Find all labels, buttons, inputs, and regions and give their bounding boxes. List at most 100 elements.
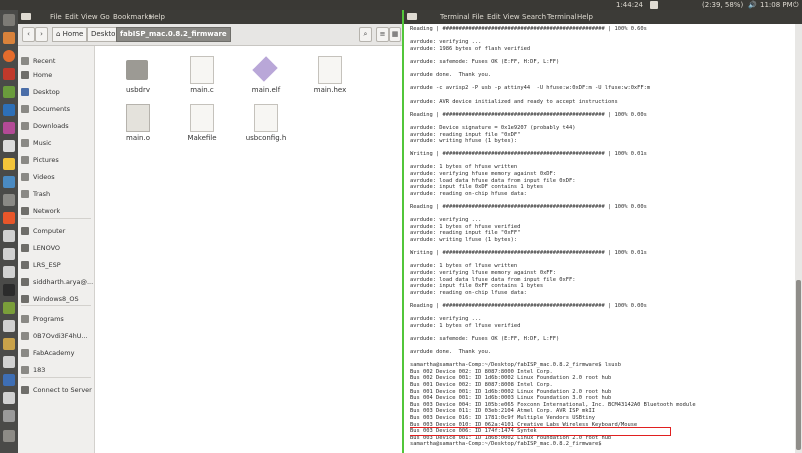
sidebar-item-documents[interactable]: Documents	[18, 102, 94, 116]
dash-icon[interactable]	[3, 14, 15, 26]
terminal-line: Writing | ##############################…	[410, 250, 647, 257]
breadcrumb-current[interactable]: fabISP_mac.0.8.2_firmware	[116, 27, 231, 42]
text-file-icon	[190, 56, 214, 84]
sidebar-item-label: LRS_ESP	[33, 261, 61, 269]
sidebar-item-pictures[interactable]: Pictures	[18, 153, 94, 167]
menu-file[interactable]: File	[50, 10, 62, 24]
sidebar-item-0b7ovdi3f4hu[interactable]: 0B7Ovdi3F4hU...	[18, 329, 94, 343]
app-icon[interactable]	[3, 212, 15, 224]
firefox-icon[interactable]	[3, 50, 15, 62]
sidebar-item-computer[interactable]: Computer	[18, 224, 94, 238]
app-icon[interactable]	[3, 86, 15, 98]
grid-view-button[interactable]: ▦	[389, 27, 401, 42]
app-icon[interactable]	[3, 194, 15, 206]
forward-button[interactable]: ›	[35, 27, 48, 42]
file-item[interactable]: usbdrv	[113, 56, 163, 108]
sidebar-item-183[interactable]: 183	[18, 363, 94, 377]
volume-icon[interactable]: 🔊	[748, 0, 757, 10]
drive-icon[interactable]	[3, 248, 15, 260]
app-icon[interactable]	[3, 410, 15, 422]
sidebar-item-label: Downloads	[33, 122, 69, 130]
power-icon[interactable]: ⏻	[793, 0, 799, 10]
list-view-button[interactable]: ≡	[376, 27, 389, 42]
sidebar-item-downloads[interactable]: Downloads	[18, 119, 94, 133]
app-icon[interactable]	[3, 104, 15, 116]
search-button[interactable]: ⌕	[359, 27, 372, 42]
terminal-line: avrdude: reading input file "0xDF"	[410, 131, 521, 138]
app-icon[interactable]	[3, 356, 15, 368]
sidebar-item-connect-to-server[interactable]: Connect to Server	[18, 383, 94, 397]
sidebar-item-lenovo[interactable]: LENOVO	[18, 241, 94, 255]
menu-help[interactable]: Help	[577, 10, 593, 24]
menu-go[interactable]: Go	[100, 10, 110, 24]
terminal-line: avrdude: input file 0xDF contains 1 byte…	[410, 184, 544, 191]
sidebar-item-siddharth-arya[interactable]: siddharth.arya@...	[18, 275, 94, 289]
file-item[interactable]: main.o	[113, 104, 163, 156]
trash-icon[interactable]	[3, 430, 15, 442]
picture-icon	[21, 156, 29, 164]
sidebar-item-programs[interactable]: Programs	[18, 312, 94, 326]
terminal-line: Bus 003 Device 016: ID 1781:0c9f Multipl…	[410, 415, 595, 422]
sidebar-item-windows8-os[interactable]: Windows8_OS	[18, 292, 94, 306]
file-name: main.hex	[313, 86, 347, 94]
window-controls-icon[interactable]	[407, 13, 417, 20]
terminal-icon[interactable]	[3, 284, 15, 296]
sidebar-item-music[interactable]: Music	[18, 136, 94, 150]
sidebar-item-desktop[interactable]: Desktop	[18, 85, 94, 99]
app-icon[interactable]	[3, 374, 15, 386]
app-icon[interactable]	[3, 176, 15, 188]
file-item[interactable]: main.c	[177, 56, 227, 108]
menu-bookmarks[interactable]: Bookmarks	[113, 10, 152, 24]
menu-help[interactable]: Help	[149, 10, 165, 24]
terminal-scrollbar[interactable]	[795, 24, 802, 453]
terminal-line: avrdude: 1 bytes of hfuse written	[410, 164, 518, 171]
app-icon[interactable]	[3, 338, 15, 350]
sidebar-item-label: Network	[33, 207, 61, 215]
file-item[interactable]: usbconfig.h	[241, 104, 291, 156]
gear-icon[interactable]	[650, 1, 658, 9]
menu-terminal[interactable]: Terminal	[547, 10, 577, 24]
menu-file[interactable]: File	[472, 10, 484, 24]
menu-view[interactable]: View	[503, 10, 520, 24]
terminal-output[interactable]: Reading | ##############################…	[410, 26, 792, 453]
sidebar-item-home[interactable]: Home	[18, 68, 94, 82]
app-icon[interactable]	[3, 302, 15, 314]
file-name: main.o	[126, 134, 150, 142]
menu-edit[interactable]: Edit	[65, 10, 79, 24]
terminal-line: Bus 003 Device 004: ID 105b:e065 Foxconn…	[410, 401, 696, 408]
sidebar-item-network[interactable]: Network	[18, 204, 94, 218]
menu-search[interactable]: Search	[522, 10, 546, 24]
app-icon[interactable]	[3, 158, 15, 170]
clock[interactable]: 11:08 PM	[760, 0, 793, 10]
file-item[interactable]: main.elf	[241, 56, 291, 108]
download-icon	[21, 122, 29, 130]
app-icon[interactable]	[3, 392, 15, 404]
breadcrumb-home[interactable]: ⌂ Home	[52, 27, 88, 42]
scrollbar-thumb[interactable]	[796, 280, 801, 450]
drive-icon[interactable]	[3, 266, 15, 278]
window-controls-icon[interactable]	[21, 13, 31, 20]
sidebar-item-trash[interactable]: Trash	[18, 187, 94, 201]
files-icon[interactable]	[3, 32, 15, 44]
file-item[interactable]: Makefile	[177, 104, 227, 156]
app-icon[interactable]	[3, 122, 15, 134]
app-icon[interactable]	[3, 140, 15, 152]
sidebar-item-lrs-esp[interactable]: LRS_ESP	[18, 258, 94, 272]
drive-icon[interactable]	[3, 320, 15, 332]
menu-edit[interactable]: Edit	[487, 10, 501, 24]
sidebar-item-videos[interactable]: Videos	[18, 170, 94, 184]
battery-text[interactable]: (2:39, 58%)	[702, 0, 743, 10]
sidebar-item-label: Windows8_OS	[33, 295, 79, 303]
back-button[interactable]: ‹	[22, 27, 35, 42]
menu-view[interactable]: View	[81, 10, 98, 24]
sidebar-item-label: 183	[33, 366, 46, 374]
menu-terminal-app[interactable]: Terminal	[440, 10, 470, 24]
app-icon[interactable]	[3, 68, 15, 80]
file-item[interactable]: main.hex	[305, 56, 355, 108]
sidebar-item-recent[interactable]: Recent	[18, 54, 94, 68]
sidebar-item-fabacademy[interactable]: FabAcademy	[18, 346, 94, 360]
drive-icon[interactable]	[3, 230, 15, 242]
